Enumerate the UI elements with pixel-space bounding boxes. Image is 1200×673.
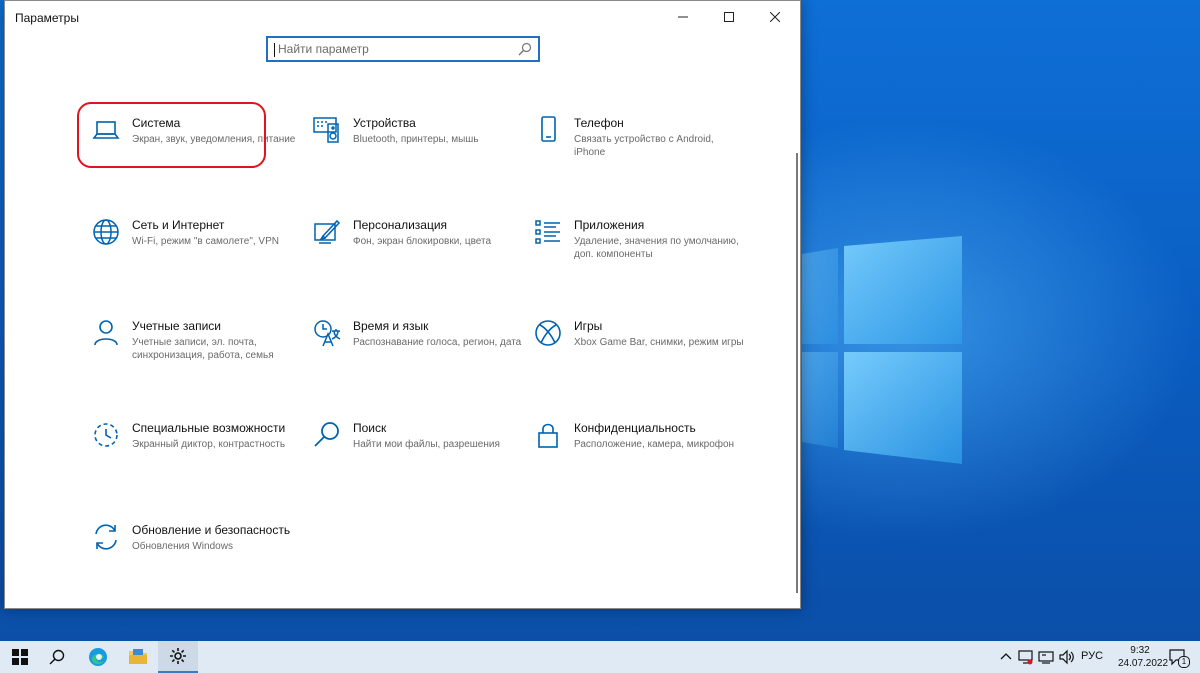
tile-search-name: Поиск — [353, 421, 387, 435]
tile-accessibility-desc: Экранный диктор, контрастность — [132, 439, 286, 450]
gear-icon — [170, 648, 186, 664]
taskbar-clock[interactable]: 9:32 24.07.2022 — [1118, 644, 1169, 670]
taskbar-search-icon — [49, 649, 65, 665]
volume-icon[interactable] — [1058, 649, 1074, 665]
apps-list-icon — [535, 220, 560, 244]
devices-icon — [313, 117, 339, 143]
tile-privacy[interactable]: Конфиденциальность Расположение, камера,… — [534, 421, 734, 501]
folder-icon — [129, 649, 147, 664]
xbox-icon — [535, 320, 561, 346]
tile-personalization[interactable]: Персонализация Фон, экран блокировки, цв… — [313, 218, 513, 298]
phone-icon — [541, 116, 556, 142]
start-button[interactable] — [0, 641, 40, 673]
search-magnifier-icon[interactable] — [518, 42, 532, 56]
clock-date: 24.07.2022 — [1118, 658, 1169, 669]
action-center-button[interactable]: 1 — [1168, 647, 1190, 668]
chevron-up-icon[interactable] — [998, 649, 1014, 665]
tile-privacy-name: Конфиденциальность — [574, 421, 696, 435]
tile-personalization-name: Персонализация — [353, 218, 448, 232]
tile-apps[interactable]: Приложения Удаление, значения по умолчан… — [534, 218, 739, 298]
display-icon[interactable] — [1038, 649, 1054, 665]
clock-time: 9:32 — [1130, 645, 1150, 656]
windows-logo — [802, 236, 962, 464]
tile-accounts-desc: Учетные записи, эл. почта, синхронизация… — [132, 337, 274, 361]
taskbar-settings[interactable] — [158, 641, 198, 673]
tile-time-language-name: Время и язык — [353, 319, 429, 333]
maximize-button[interactable] — [706, 1, 752, 33]
tile-gaming-desc: Xbox Game Bar, снимки, режим игры — [574, 337, 744, 348]
close-icon — [770, 12, 780, 22]
tile-time-language-desc: Распознавание голоса, регион, дата — [353, 337, 522, 348]
title-bar[interactable]: Параметры — [5, 1, 800, 33]
minimize-button[interactable] — [660, 1, 706, 33]
text-caret — [274, 43, 275, 57]
taskbar-edge[interactable] — [78, 641, 118, 673]
tile-devices[interactable]: Устройства Bluetooth, принтеры, мышь — [313, 116, 513, 196]
tile-phone-name: Телефон — [574, 116, 624, 130]
tile-privacy-desc: Расположение, камера, микрофон — [574, 439, 735, 450]
person-icon — [94, 320, 118, 346]
tile-update-security-name: Обновление и безопасность — [132, 523, 291, 537]
tile-accounts-name: Учетные записи — [132, 319, 221, 333]
close-button[interactable] — [752, 1, 798, 33]
tile-network-desc: Wi-Fi, режим "в самолете", VPN — [132, 236, 279, 247]
taskbar-file-explorer[interactable] — [118, 641, 158, 673]
tile-network-name: Сеть и Интернет — [132, 218, 225, 232]
windows-start-icon — [12, 649, 28, 665]
tile-accessibility-name: Специальные возможности — [132, 421, 286, 435]
window-title: Параметры — [15, 11, 79, 25]
tile-phone-desc: Связать устройство с Android, iPhone — [574, 134, 714, 158]
tile-personalization-desc: Фон, экран блокировки, цвета — [353, 236, 492, 247]
minimize-icon — [678, 16, 688, 18]
tile-search-desc: Найти мои файлы, разрешения — [353, 439, 500, 450]
edge-browser-icon — [89, 648, 107, 666]
tile-network[interactable]: Сеть и Интернет Wi-Fi, режим "в самолете… — [92, 218, 292, 298]
globe-icon — [93, 219, 119, 245]
tile-accounts[interactable]: Учетные записи Учетные записи, эл. почта… — [92, 319, 292, 399]
network-status-icon[interactable] — [1018, 649, 1034, 665]
tile-apps-desc: Удаление, значения по умолчанию, доп. ко… — [574, 236, 739, 260]
settings-window: Параметры Система Экран, звук, уведомлен… — [4, 0, 801, 609]
tile-phone[interactable]: Телефон Связать устройство с Android, iP… — [534, 116, 734, 196]
tile-devices-name: Устройства — [353, 116, 416, 130]
search-icon — [314, 422, 339, 447]
tile-system-name: Система — [132, 116, 181, 130]
notification-count-badge: 1 — [1178, 656, 1190, 668]
scrollbar[interactable] — [796, 153, 798, 593]
tile-accessibility[interactable]: Специальные возможности Экранный диктор,… — [92, 421, 292, 501]
update-icon — [95, 524, 117, 550]
lock-icon — [538, 423, 558, 448]
accessibility-icon — [94, 423, 118, 447]
time-language-icon — [314, 320, 341, 347]
maximize-icon — [724, 12, 734, 22]
tile-apps-name: Приложения — [574, 218, 645, 232]
settings-search-input[interactable] — [278, 40, 508, 58]
tile-update-security[interactable]: Обновление и безопасность Обновления Win… — [92, 523, 292, 603]
tile-gaming-name: Игры — [574, 319, 603, 333]
tile-system-desc: Экран, звук, уведомления, питание — [132, 134, 296, 145]
tile-devices-desc: Bluetooth, принтеры, мышь — [353, 134, 479, 145]
taskbar-search-button[interactable] — [37, 641, 77, 673]
tile-time-language[interactable]: Время и язык Распознавание голоса, регио… — [313, 319, 521, 399]
tile-search[interactable]: Поиск Найти мои файлы, разрешения — [313, 421, 513, 501]
tile-gaming[interactable]: Игры Xbox Game Bar, снимки, режим игры — [534, 319, 744, 399]
input-language-indicator[interactable]: РУС — [1081, 650, 1103, 662]
laptop-icon — [92, 121, 120, 139]
tile-system[interactable]: Система Экран, звук, уведомления, питани… — [92, 116, 295, 196]
personalization-icon — [314, 219, 341, 244]
settings-search-box[interactable] — [266, 36, 540, 62]
taskbar: РУС 9:32 24.07.2022 1 — [0, 641, 1200, 673]
tile-update-security-desc: Обновления Windows — [132, 541, 233, 552]
